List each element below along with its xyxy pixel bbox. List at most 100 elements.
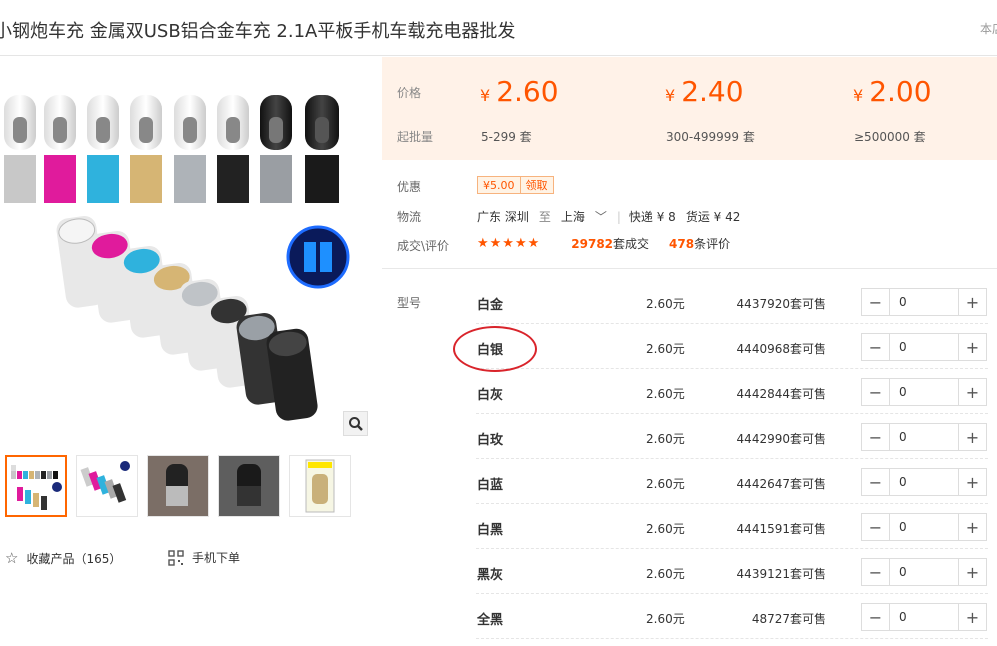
quantity-stepper: −0 +: [861, 468, 987, 496]
table-row: 全黑 2.60元 48727套可售 −0 +: [476, 594, 988, 639]
quantity-stepper: −0 +: [861, 513, 987, 541]
sku-stock: 4441591套可售: [736, 522, 826, 536]
ship-to: 上海: [560, 210, 585, 224]
coupon[interactable]: ¥5.00 领取: [477, 176, 554, 194]
main-product-image[interactable]: [0, 85, 370, 440]
deals-suffix: 套成交: [613, 237, 650, 251]
sku-name: 白黑: [477, 523, 504, 538]
minus-button[interactable]: −: [862, 424, 889, 450]
deals-count[interactable]: 29782: [571, 237, 613, 251]
sku-price: 2.60元: [646, 612, 685, 626]
moq-tier-2: 300-499999 套: [666, 130, 755, 144]
favorite-label: 收藏产品（165）: [26, 551, 122, 566]
minus-button[interactable]: −: [862, 334, 889, 360]
discount-label: 优惠: [397, 180, 422, 194]
plus-button[interactable]: +: [959, 559, 986, 585]
quantity-input[interactable]: 0: [889, 334, 959, 360]
chevron-down-icon: ﹀: [594, 210, 607, 224]
title-bar: 小钢炮车充 金属双USB铝合金车充 2.1A平板手机车载充电器批发 本店: [0, 0, 997, 56]
express-fee: 快递 ¥ 8: [628, 210, 676, 224]
minus-button[interactable]: −: [862, 604, 889, 630]
sku-stock: 4442647套可售: [736, 477, 826, 491]
thumbnail-2[interactable]: [76, 455, 138, 517]
favorite-product[interactable]: ☆ 收藏产品（165）: [5, 549, 121, 567]
table-row: 白黑 2.60元 4441591套可售 −0 +: [476, 504, 988, 549]
plus-button[interactable]: +: [959, 289, 986, 315]
minus-button[interactable]: −: [862, 289, 889, 315]
quantity-input[interactable]: 0: [889, 379, 959, 405]
quantity-input[interactable]: 0: [889, 289, 959, 315]
plus-button[interactable]: +: [959, 379, 986, 405]
reviews-count[interactable]: 478: [669, 237, 694, 251]
plus-button[interactable]: +: [959, 334, 986, 360]
deals-label: 成交\评价: [397, 239, 450, 253]
price-block: 价格 起批量 ¥2.60 5-299 套 ¥2.40 300-499999 套 …: [382, 57, 997, 160]
thumbnail-4[interactable]: [218, 455, 280, 517]
sku-price: 2.60元: [646, 387, 685, 401]
sku-price: 2.60元: [646, 297, 685, 311]
sku-price: 2.60元: [646, 432, 685, 446]
mobile-order-label: 手机下单: [192, 551, 241, 565]
coupon-claim[interactable]: 领取: [519, 177, 553, 193]
quantity-stepper: −0 +: [861, 333, 987, 361]
sku-name: 全黑: [477, 613, 504, 628]
quantity-input[interactable]: 0: [889, 604, 959, 630]
plus-button[interactable]: +: [959, 514, 986, 540]
qr-code-icon: [168, 549, 184, 566]
mobile-order[interactable]: 手机下单: [168, 549, 240, 566]
quantity-stepper: −0 +: [861, 558, 987, 586]
price-tier-3: ¥2.00: [853, 75, 932, 108]
annotation-circle: [453, 326, 537, 372]
quantity-input[interactable]: 0: [889, 424, 959, 450]
price-tier-2: ¥2.40: [665, 75, 744, 108]
magnifier-icon: [348, 416, 363, 431]
minus-button[interactable]: −: [862, 514, 889, 540]
minus-button[interactable]: −: [862, 469, 889, 495]
table-row: 白蓝 2.60元 4442647套可售 −0 +: [476, 459, 988, 504]
reviews-suffix: 条评价: [694, 237, 731, 251]
freight-fee: 货运 ¥ 42: [685, 210, 741, 224]
quantity-input[interactable]: 0: [889, 559, 959, 585]
quantity-stepper: −0 +: [861, 423, 987, 451]
plus-button[interactable]: +: [959, 604, 986, 630]
table-row: 白金 2.60元 4437920套可售 −0 +: [476, 279, 988, 324]
minus-button[interactable]: −: [862, 379, 889, 405]
thumbnail-5[interactable]: [289, 455, 351, 517]
to-label: 至: [538, 210, 551, 224]
sku-stock: 4442990套可售: [736, 432, 826, 446]
sku-name: 黑灰: [477, 568, 504, 583]
shop-link[interactable]: 本店: [980, 20, 997, 37]
product-title: 小钢炮车充 金属双USB铝合金车充 2.1A平板手机车载充电器批发: [0, 21, 516, 42]
table-row: 黑灰 2.60元 4439121套可售 −0 +: [476, 549, 988, 594]
sku-stock: 4439121套可售: [736, 567, 826, 581]
moq-tier-1: 5-299 套: [481, 130, 532, 144]
zoom-button[interactable]: [343, 411, 368, 436]
minus-button[interactable]: −: [862, 559, 889, 585]
quantity-stepper: −0 +: [861, 603, 987, 631]
sku-name: 白蓝: [477, 478, 504, 493]
table-row: 白玫 2.60元 4442990套可售 −0 +: [476, 414, 988, 459]
sku-name: 白金: [477, 298, 504, 313]
moq-label: 起批量: [397, 130, 434, 144]
quantity-input[interactable]: 0: [889, 469, 959, 495]
ship-from: 广东 深圳: [477, 210, 529, 224]
rating-stars: ★★★★★: [477, 236, 541, 251]
star-outline-icon: ☆: [5, 549, 19, 567]
sku-stock: 48727套可售: [751, 612, 826, 626]
sku-price: 2.60元: [646, 522, 685, 536]
rating-row: ★★★★★ 29782 套成交 478 条评价: [477, 235, 730, 252]
table-row: 白灰 2.60元 4442844套可售 −0 +: [476, 369, 988, 414]
sku-price: 2.60元: [646, 342, 685, 356]
charger-row-top: [4, 95, 339, 203]
logistics-label: 物流: [397, 210, 422, 224]
quantity-input[interactable]: 0: [889, 514, 959, 540]
thumbnail-3[interactable]: [147, 455, 209, 517]
plus-button[interactable]: +: [959, 469, 986, 495]
sku-price: 2.60元: [646, 477, 685, 491]
ship-to-select[interactable]: 上海 ﹀: [561, 208, 607, 225]
sku-name: 白玫: [477, 433, 504, 448]
price-tier-1: ¥2.60: [480, 75, 559, 108]
plus-button[interactable]: +: [959, 424, 986, 450]
price-label: 价格: [397, 86, 422, 100]
thumbnail-1[interactable]: [5, 455, 67, 517]
